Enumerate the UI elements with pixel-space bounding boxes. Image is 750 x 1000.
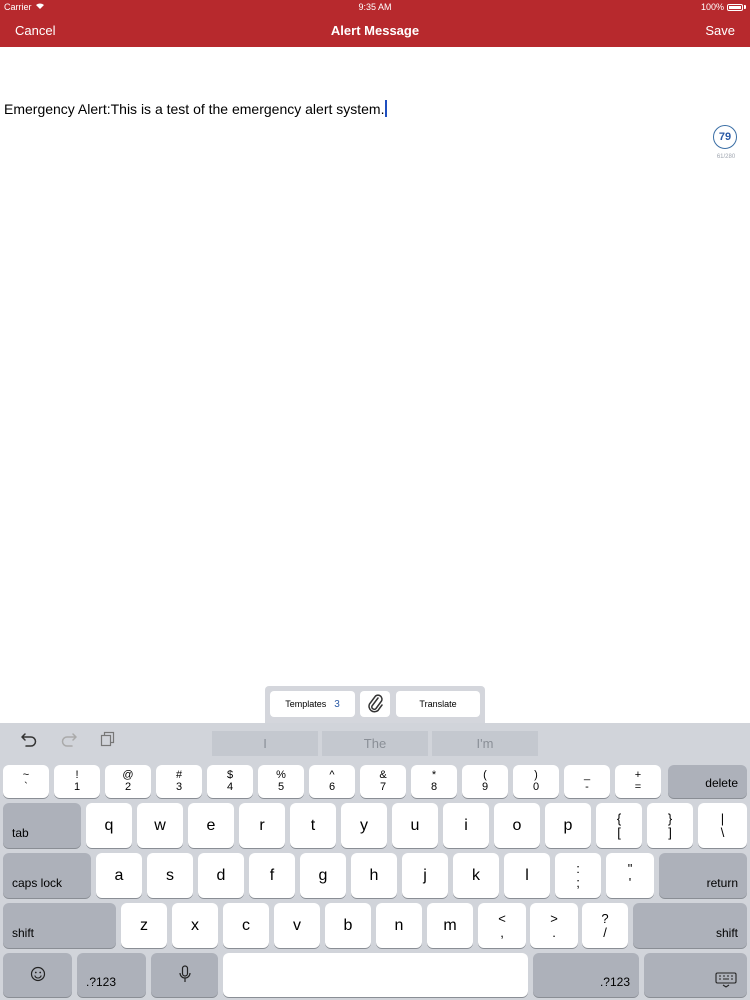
redo-icon[interactable] [60,731,78,752]
battery-percent: 100% [700,2,724,12]
key-z[interactable]: z [121,903,167,948]
key-1-8[interactable]: * 8 [411,765,457,798]
delete-key[interactable]: delete [668,765,747,798]
navigation-header: Carrier 9:35 AM 100% Cancel Alert Messag… [0,0,750,47]
dismiss-keyboard-key[interactable] [644,953,747,997]
templates-button[interactable]: Templates 3 [270,691,355,717]
tab-key[interactable]: tab [3,803,81,848]
key-r[interactable]: r [239,803,285,848]
space-key[interactable] [223,953,528,997]
key-1-9[interactable]: (9 [462,765,508,798]
templates-label: Templates [285,699,327,709]
caps-lock-key[interactable]: caps lock [3,853,91,898]
key-g[interactable]: g [300,853,346,898]
key-u[interactable]: u [392,803,438,848]
key-1-5[interactable]: % 5 [258,765,304,798]
key-less-than[interactable]: <, [478,903,526,948]
key-greater-than[interactable]: >. [530,903,578,948]
key-h[interactable]: h [351,853,397,898]
key-m[interactable]: m [427,903,473,948]
key-n[interactable]: n [376,903,422,948]
key-colon[interactable]: :; [555,853,601,898]
undo-icon[interactable] [20,731,38,752]
key-brace-left[interactable]: {[ [596,803,642,848]
suggestion-2[interactable]: The [322,731,428,756]
paste-icon[interactable] [100,731,116,752]
on-screen-keyboard: I The I'm ~ ` ! 1 @2 #3 $4 % 5 ^ 6 & 7 * 8 (9 … [0,723,750,1000]
key-c[interactable]: c [223,903,269,948]
translate-label: Translate [419,699,457,709]
key-1-4[interactable]: $4 [207,765,253,798]
keyboard-accessory-bar: Templates 3 Translate [265,686,485,723]
key-brace-right[interactable]: }] [647,803,693,848]
key-pipe[interactable]: | \ [698,803,747,848]
key-y[interactable]: y [341,803,387,848]
message-text-area[interactable]: Emergency Alert:This is a test of the em… [4,100,388,117]
quicktype-bar: I The I'm [0,723,750,760]
key-j[interactable]: j [402,853,448,898]
status-battery: 100% [701,2,746,12]
emoji-key[interactable] [3,953,72,997]
message-text: Emergency Alert:This is a test of the em… [4,101,385,117]
numbers-key-left[interactable]: .?123 [77,953,146,997]
text-cursor [385,100,388,117]
dictation-key[interactable] [151,953,218,997]
page-title: Alert Message [330,23,420,38]
key-1-2[interactable]: @2 [105,765,151,798]
suggestion-1[interactable]: I [212,731,318,756]
key-t[interactable]: t [290,803,336,848]
key-1-0[interactable]: ~ ` [3,765,49,798]
key-question[interactable]: ? / [582,903,628,948]
status-time: 9:35 AM [358,2,392,12]
return-key[interactable]: return [659,853,747,898]
key-v[interactable]: v [274,903,320,948]
key-b[interactable]: b [325,903,371,948]
key-k[interactable]: k [453,853,499,898]
key-quote[interactable]: " ' [606,853,654,898]
templates-count: 3 [334,698,340,710]
key-d[interactable]: d [198,853,244,898]
numbers-key-right[interactable]: .?123 [533,953,639,997]
key-1-7[interactable]: & 7 [360,765,406,798]
key-i[interactable]: i [443,803,489,848]
attachment-button[interactable] [360,691,390,717]
key-1-10[interactable]: ) 0 [513,765,559,798]
right-shift-key[interactable]: shift [633,903,747,948]
key-o[interactable]: o [494,803,540,848]
key-a[interactable]: a [96,853,142,898]
key-1-6[interactable]: ^ 6 [309,765,355,798]
key-1-1[interactable]: ! 1 [54,765,100,798]
battery-icon [727,3,743,11]
paperclip-icon [366,693,384,715]
keyboard-dismiss-icon [715,972,737,991]
suggestion-3[interactable]: I'm [432,731,538,756]
key-q[interactable]: q [86,803,132,848]
key-f[interactable]: f [249,853,295,898]
character-usage: 61/280 [716,154,736,160]
key-s[interactable]: s [147,853,193,898]
save-button[interactable]: Save [705,23,735,38]
emoji-icon [30,966,46,985]
key-1-11[interactable]: _ - [564,765,610,798]
character-counter: 79 [713,125,737,149]
key-p[interactable]: p [545,803,591,848]
key-e[interactable]: e [188,803,234,848]
left-shift-key[interactable]: shift [3,903,116,948]
microphone-icon [178,964,191,986]
translate-button[interactable]: Translate [396,691,480,717]
key-x[interactable]: x [172,903,218,948]
key-1-12[interactable]: + = [615,765,661,798]
key-1-3[interactable]: #3 [156,765,202,798]
key-l[interactable]: l [504,853,550,898]
key-w[interactable]: w [137,803,183,848]
